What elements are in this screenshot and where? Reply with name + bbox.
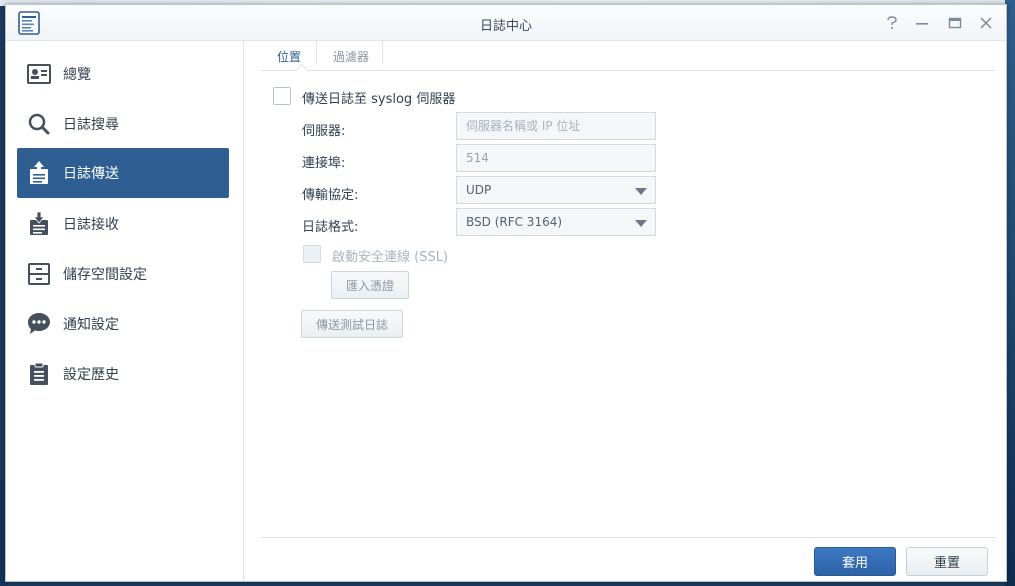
sidebar-item-log-receiving[interactable]: 日誌接收 [17, 199, 229, 249]
maximize-icon [948, 17, 962, 29]
apply-button[interactable]: 套用 [814, 547, 896, 576]
storage-icon [25, 260, 53, 288]
sidebar-item-overview[interactable]: 總覽 [17, 49, 229, 99]
reset-button[interactable]: 重置 [906, 547, 988, 576]
ssl-label: 啟動安全連線 (SSL) [332, 250, 449, 265]
sidebar-item-label: 通知設定 [63, 317, 119, 333]
help-icon [887, 16, 897, 29]
main-content: 位置 過濾器 傳送日誌至 syslog 伺服器 伺服器: 連接埠: 514 傳輸… [245, 41, 1006, 581]
sidebar: 總覽 日誌搜尋 日誌傳送 日誌接收 儲存空間設定 通知設定 設定歷史 [6, 41, 244, 581]
sidebar-item-label: 日誌接收 [63, 217, 119, 233]
log-format-value: BSD (RFC 3164) [466, 215, 563, 229]
log-center-window: 日誌中心 總覽 日誌搜尋 日誌傳送 日誌接收 儲存空間設定 通知設定 設定歷史 … [5, 4, 1007, 582]
log-format-select[interactable]: BSD (RFC 3164) [456, 208, 656, 236]
sidebar-item-label: 總覽 [63, 67, 91, 83]
history-icon [25, 360, 53, 388]
close-icon [980, 17, 992, 29]
window-title: 日誌中心 [479, 19, 532, 34]
minimize-button[interactable] [912, 13, 932, 33]
protocol-select[interactable]: UDP [456, 176, 656, 204]
tab-location[interactable]: 位置 [261, 41, 317, 71]
import-certificate-button[interactable]: 匯入憑證 [331, 271, 409, 299]
server-field[interactable] [456, 112, 656, 140]
close-button[interactable] [976, 13, 996, 33]
sidebar-item-label: 日誌搜尋 [63, 117, 119, 133]
sidebar-item-log-sending[interactable]: 日誌傳送 [17, 148, 229, 198]
port-value: 514 [466, 151, 489, 165]
server-input[interactable] [466, 119, 646, 133]
tab-label: 過濾器 [333, 49, 370, 64]
send-syslog-label: 傳送日誌至 syslog 伺服器 [302, 92, 456, 107]
search-icon [25, 110, 53, 138]
notification-icon [25, 310, 53, 338]
send-test-log-button[interactable]: 傳送測試日誌 [301, 310, 403, 338]
tab-filter[interactable]: 過濾器 [317, 41, 385, 71]
protocol-label: 傳輸協定: [302, 188, 359, 203]
title-bar[interactable]: 日誌中心 [6, 5, 1006, 41]
chevron-down-icon [635, 220, 647, 227]
sidebar-item-storage-settings[interactable]: 儲存空間設定 [17, 249, 229, 299]
sidebar-item-label: 日誌傳送 [63, 166, 119, 182]
help-button[interactable] [882, 13, 902, 33]
tab-divider [382, 41, 383, 65]
server-label: 伺服器: [302, 124, 346, 139]
log-send-icon [25, 159, 53, 187]
sidebar-item-log-search[interactable]: 日誌搜尋 [17, 99, 229, 149]
ssl-checkbox[interactable] [303, 245, 321, 263]
tab-bar: 位置 過濾器 [261, 41, 996, 79]
tab-label: 位置 [277, 49, 302, 64]
port-field[interactable]: 514 [456, 144, 656, 172]
overview-icon [25, 60, 53, 88]
chevron-down-icon [635, 188, 647, 195]
minimize-icon [916, 23, 928, 25]
port-label: 連接埠: [302, 156, 346, 171]
protocol-value: UDP [466, 183, 492, 197]
log-receive-icon [25, 210, 53, 238]
send-syslog-checkbox[interactable] [273, 87, 291, 105]
footer-divider [261, 537, 996, 538]
log-format-label: 日誌格式: [302, 220, 359, 235]
sidebar-item-label: 儲存空間設定 [63, 267, 147, 283]
sidebar-item-notification-settings[interactable]: 通知設定 [17, 299, 229, 349]
sidebar-item-settings-history[interactable]: 設定歷史 [17, 349, 229, 399]
maximize-button[interactable] [945, 13, 965, 33]
sidebar-item-label: 設定歷史 [63, 367, 119, 383]
